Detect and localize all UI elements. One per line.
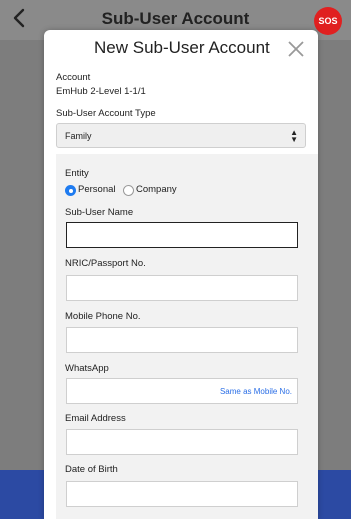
whatsapp-label: WhatsApp — [65, 363, 109, 374]
sub-user-name-input[interactable] — [66, 222, 298, 248]
close-icon[interactable] — [287, 40, 305, 58]
mobile-input[interactable] — [66, 327, 298, 353]
dob-label: Date of Birth — [65, 464, 118, 475]
dob-input[interactable] — [66, 481, 298, 507]
radio-personal-label: Personal — [78, 184, 116, 195]
account-type-value: Family — [65, 131, 92, 141]
same-as-mobile-link[interactable]: Same as Mobile No. — [220, 387, 292, 396]
account-type-label: Sub-User Account Type — [56, 108, 156, 119]
radio-company[interactable] — [123, 185, 134, 196]
mobile-label: Mobile Phone No. — [65, 311, 141, 322]
entity-label: Entity — [65, 168, 89, 179]
modal-title: New Sub-User Account — [94, 38, 270, 57]
nric-label: NRIC/Passport No. — [65, 258, 146, 269]
radio-company-label: Company — [136, 184, 177, 195]
nric-input[interactable] — [66, 275, 298, 301]
email-input[interactable] — [66, 429, 298, 455]
account-label: Account — [56, 72, 91, 83]
account-type-select[interactable]: Family ▲ ▼ — [56, 123, 306, 148]
select-caret-icon: ▲ ▼ — [290, 128, 298, 144]
sos-button[interactable]: SOS — [314, 7, 342, 35]
page-title: Sub-User Account — [101, 9, 250, 28]
sub-user-name-label: Sub-User Name — [65, 207, 134, 218]
radio-personal[interactable] — [65, 185, 76, 196]
email-label: Email Address — [65, 413, 126, 424]
whatsapp-input[interactable]: Same as Mobile No. — [66, 378, 298, 404]
account-value: EmHub 2-Level 1-1/1 — [56, 86, 146, 97]
new-sub-user-modal: New Sub-User Account Account EmHub 2-Lev… — [44, 30, 318, 519]
